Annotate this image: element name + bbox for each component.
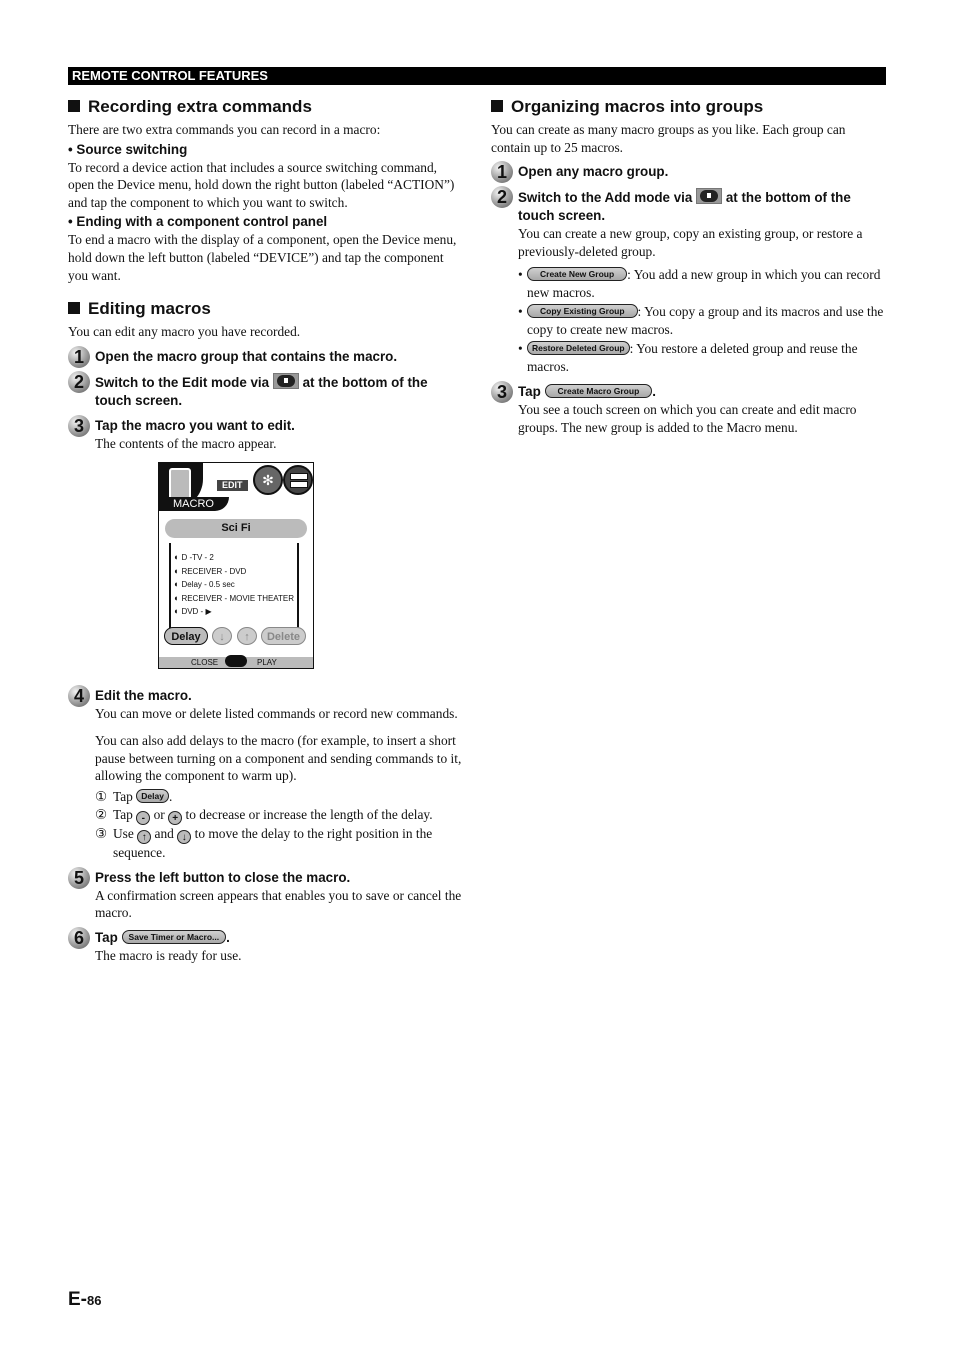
create-macro-group-button-icon: Create Macro Group	[544, 384, 653, 399]
edit-step-5: 5 Press the left button to close the mac…	[68, 866, 463, 922]
device-screenshot: MACRO EDIT ✻ Sci Fi D -TV - 2 RECEIVER -…	[158, 462, 314, 670]
left-column: Recording extra commands There are two e…	[68, 96, 463, 965]
step-number-icon: 6	[68, 926, 90, 949]
step-number-icon: 4	[68, 685, 90, 708]
receiver-icon	[283, 465, 313, 496]
edit-step-1: 1 Open the macro group that contains the…	[68, 345, 463, 368]
macro-command[interactable]: RECEIVER - MOVIE THEATER	[173, 592, 294, 606]
group-options-list: Create New Group: You add a new group in…	[518, 266, 886, 376]
step-number-icon: 2	[491, 186, 513, 209]
macro-command[interactable]: DVD - ▶	[173, 605, 294, 619]
macro-command[interactable]: Delay - 0.5 sec	[173, 578, 294, 592]
plus-icon: +	[168, 810, 183, 825]
step-number-icon: 3	[68, 414, 90, 437]
macro-group-title: Sci Fi	[165, 519, 307, 539]
ending-panel-text: To end a macro with the display of a com…	[68, 232, 457, 283]
mode-button-icon	[272, 372, 299, 389]
org-step-1: 1 Open any macro group.	[491, 161, 886, 184]
close-label[interactable]: CLOSE	[191, 657, 218, 668]
macro-command[interactable]: RECEIVER - DVD	[173, 565, 294, 579]
square-bullet-icon	[491, 100, 503, 112]
edit-step-2: 2 Switch to the Edit mode via at the bot…	[68, 370, 463, 410]
arrow-up-icon: ↑	[137, 829, 152, 844]
square-bullet-icon	[68, 100, 80, 112]
move-up-button[interactable]: ↑	[237, 627, 257, 646]
section-header-bar: REMOTE CONTROL FEATURES	[68, 67, 886, 85]
mode-button-icon[interactable]	[225, 655, 247, 668]
source-switching-text: To record a device action that includes …	[68, 159, 455, 210]
editing-heading: Editing macros	[68, 298, 463, 320]
play-label[interactable]: PLAY	[257, 657, 277, 668]
option-create-new-group: Create New Group: You add a new group in…	[518, 266, 886, 302]
step-number-icon: 2	[68, 370, 90, 393]
edit-step-3: 3 Tap the macro you want to edit. The co…	[68, 414, 463, 453]
option-copy-existing-group: Copy Existing Group: You copy a group an…	[518, 303, 886, 339]
step-number-icon: 1	[68, 345, 90, 368]
organizing-intro: You can create as many macro groups as y…	[491, 122, 846, 155]
create-new-group-button-icon: Create New Group	[527, 267, 628, 282]
ending-panel-label: • Ending with a component control panel	[68, 214, 328, 230]
save-timer-macro-button-icon: Save Timer or Macro...	[121, 929, 227, 944]
arrow-down-icon: ↓	[177, 829, 192, 844]
step-number-icon: 5	[68, 866, 90, 889]
mode-button-icon	[696, 188, 723, 205]
option-restore-deleted-group: Restore Deleted Group: You restore a del…	[518, 340, 886, 376]
delay-button-icon: Delay	[136, 788, 169, 803]
square-bullet-icon	[68, 302, 80, 315]
move-down-button[interactable]: ↓	[212, 627, 232, 646]
source-switching-label: • Source switching	[68, 141, 188, 157]
step-number-icon: 3	[491, 381, 513, 404]
substep: ① Tap Delay.	[95, 788, 173, 804]
page-number: E-86	[68, 1289, 102, 1310]
editing-intro: You can edit any macro you have recorded…	[68, 324, 301, 340]
edit-step-6: 6 Tap Save Timer or Macro.... The macro …	[68, 926, 463, 965]
recording-intro: There are two extra commands you can rec…	[68, 122, 381, 137]
macro-menu-label: MACRO	[159, 497, 229, 512]
org-step-2: 2 Switch to the Add mode via at the bott…	[491, 186, 886, 376]
org-step-3: 3 Tap Create Macro Group. You see a touc…	[491, 381, 886, 436]
macro-command-list: D -TV - 2 RECEIVER - DVD Delay - 0.5 sec…	[173, 551, 294, 619]
substep: ③ Use ↑ and ↓ to move the delay to the r…	[95, 825, 433, 860]
edit-step-4: 4 Edit the macro. You can move or delete…	[68, 685, 463, 861]
right-column: Organizing macros into groups You can cr…	[491, 96, 886, 437]
copy-existing-group-button-icon: Copy Existing Group	[527, 304, 638, 319]
substep: ② Tap - or + to decrease or increase the…	[95, 806, 433, 825]
minus-icon: -	[136, 810, 151, 825]
edit-mode-label: EDIT	[217, 480, 248, 492]
macro-command[interactable]: D -TV - 2	[173, 551, 294, 565]
organizing-heading: Organizing macros into groups	[491, 96, 886, 118]
step-number-icon: 1	[491, 161, 513, 184]
yamaha-logo-icon: ✻	[253, 465, 283, 496]
restore-deleted-group-button-icon: Restore Deleted Group	[527, 341, 630, 356]
remote-icon	[169, 468, 191, 501]
delay-button[interactable]: Delay	[164, 627, 208, 646]
recording-heading: Recording extra commands	[68, 96, 463, 118]
delete-button[interactable]: Delete	[261, 627, 306, 646]
